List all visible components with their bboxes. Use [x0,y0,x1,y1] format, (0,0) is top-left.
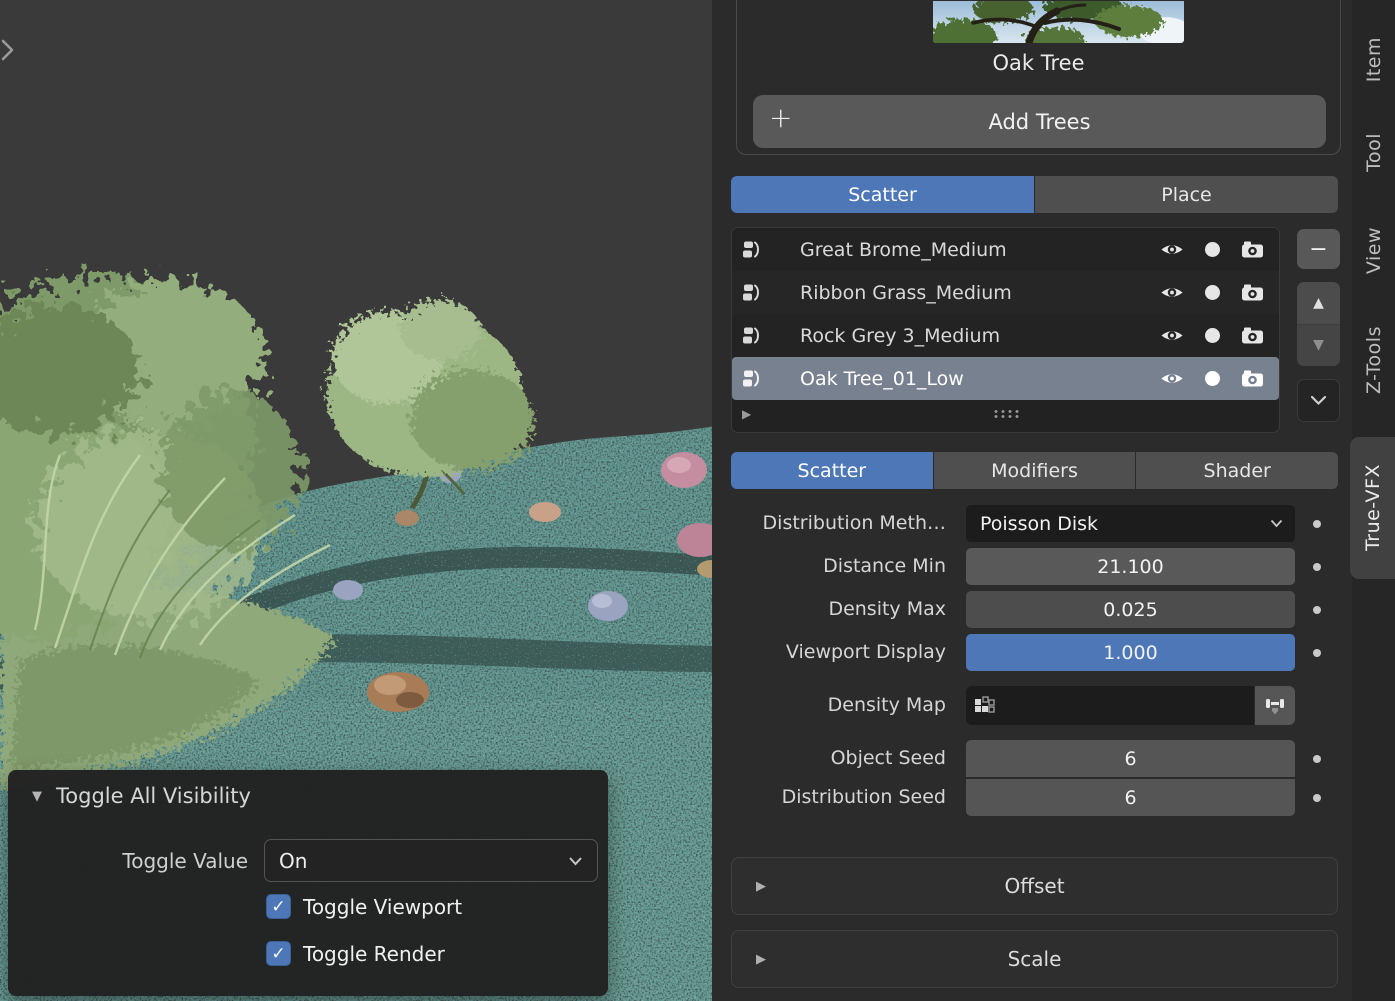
list-footer: ▶ [732,400,1279,427]
chevron-down-icon [1310,395,1327,406]
density-map-field[interactable] [966,686,1295,725]
distribution-method-label: Distribution Meth… [712,505,946,542]
add-trees-button[interactable]: + Add Trees [753,95,1326,148]
mode-tab-bar: Scatter Place [731,176,1338,213]
selectable-circle-icon[interactable] [1199,370,1225,387]
sub-tab-bar: Scatter Modifiers Shader [731,452,1338,489]
sidebar-open-chevron-icon[interactable] [0,38,20,64]
distribution-seed-label: Distribution Seed [712,779,946,816]
viewport-visibility-eye-icon[interactable] [1159,370,1185,387]
list-item[interactable]: Ribbon Grass_Medium [732,271,1279,314]
density-map-label: Density Map [712,686,946,725]
viewport-visibility-eye-icon[interactable] [1159,284,1185,301]
animate-decorator-dot[interactable] [1313,649,1321,657]
offset-section-header[interactable]: ▶ Offset [731,857,1338,915]
object-data-icon [742,326,766,346]
chevron-down-icon [1270,519,1283,528]
tab-scatter-mode[interactable]: Scatter [731,176,1034,213]
tab-modifiers[interactable]: Modifiers [934,452,1136,489]
scale-section-header[interactable]: ▶ Scale [731,930,1338,988]
animate-decorator-dot[interactable] [1313,520,1321,528]
density-max-label: Density Max [712,591,946,628]
render-visibility-camera-icon[interactable] [1239,326,1265,345]
density-max-slider[interactable]: 0.025 [966,591,1295,628]
viewport-visibility-eye-icon[interactable] [1159,241,1185,258]
render-visibility-camera-icon[interactable] [1239,283,1265,302]
tab-item[interactable]: Item [1352,16,1395,104]
oak-tree-photo[interactable] [933,1,1184,43]
chevron-down-icon [568,856,583,866]
scatter-system-list: Great Brome_Medium Ribbon Grass_Medium [731,227,1280,433]
new-texture-icon [1265,696,1285,716]
toggle-value-select[interactable]: On [264,839,598,882]
toggle-value-label: Toggle Value [8,840,248,882]
blender-screen: ▼ Toggle All Visibility Toggle Value On … [0,0,1395,1001]
distribution-method-dropdown[interactable]: Poisson Disk [966,505,1295,542]
toggle-all-visibility-panel: ▼ Toggle All Visibility Toggle Value On … [8,770,608,996]
new-texture-button[interactable] [1254,686,1295,725]
object-data-icon [742,240,766,260]
list-item-selected[interactable]: Oak Tree_01_Low [732,357,1279,400]
toggle-render-label: Toggle Render [303,942,445,966]
list-item[interactable]: Rock Grey 3_Medium [732,314,1279,357]
filter-expand-triangle-icon[interactable]: ▶ [742,407,751,421]
list-reorder-buttons: ▲ ▼ [1297,282,1340,366]
texture-checker-icon [974,695,1254,716]
expand-triangle-icon: ▶ [756,879,766,894]
toggle-viewport-checkbox[interactable]: ✓ Toggle Viewport [266,894,462,919]
n-panel-tab-strip: Item Tool View Z-Tools True-VFX [1352,0,1395,1001]
toggle-render-checkbox[interactable]: ✓ Toggle Render [266,941,445,966]
truevfx-panel: Oak Tree + Add Trees Scatter Place Great… [712,0,1352,1001]
toggle-viewport-label: Toggle Viewport [303,895,462,919]
list-item-name: Oak Tree_01_Low [800,368,1145,390]
object-seed-field[interactable]: 6 [966,740,1295,777]
viewport-display-label: Viewport Display [712,634,946,671]
list-item[interactable]: Great Brome_Medium [732,228,1279,271]
distribution-seed-field[interactable]: 6 [966,779,1295,816]
render-visibility-camera-icon[interactable] [1239,369,1265,388]
render-visibility-camera-icon[interactable] [1239,240,1265,259]
checkbox-checked-icon: ✓ [266,941,291,966]
move-down-button[interactable]: ▼ [1297,325,1340,367]
distance-min-label: Distance Min [712,548,946,585]
list-item-name: Ribbon Grass_Medium [800,282,1145,304]
expand-triangle-icon: ▶ [756,952,766,967]
viewport-3d[interactable]: ▼ Toggle All Visibility Toggle Value On … [0,0,716,1001]
list-item-name: Rock Grey 3_Medium [800,325,1145,347]
selectable-circle-icon[interactable] [1199,284,1225,301]
tab-z-tools[interactable]: Z-Tools [1352,308,1395,412]
viewport-display-slider[interactable]: 1.000 [966,634,1295,671]
list-extras-menu-button[interactable] [1297,379,1340,422]
overlay-panel-title: Toggle All Visibility [56,784,251,808]
tab-place-mode[interactable]: Place [1035,176,1338,213]
tab-true-vfx[interactable]: True-VFX [1350,437,1395,579]
selectable-circle-icon[interactable] [1199,327,1225,344]
checkbox-checked-icon: ✓ [266,894,291,919]
animate-decorator-dot[interactable] [1313,794,1321,802]
object-seed-label: Object Seed [712,740,946,777]
selectable-circle-icon[interactable] [1199,241,1225,258]
object-data-icon [742,283,766,303]
animate-decorator-dot[interactable] [1313,755,1321,763]
tab-shader[interactable]: Shader [1136,452,1338,489]
remove-item-button[interactable]: − [1297,229,1340,269]
animate-decorator-dot[interactable] [1313,606,1321,614]
tab-scatter-settings[interactable]: Scatter [731,452,933,489]
tab-view[interactable]: View [1352,205,1395,297]
animate-decorator-dot[interactable] [1313,563,1321,571]
collapse-triangle-icon[interactable]: ▼ [32,789,42,804]
move-up-button[interactable]: ▲ [1297,282,1340,325]
plus-icon: + [769,101,792,134]
object-data-icon [742,369,766,389]
toggle-value-current: On [279,849,568,873]
list-item-name: Great Brome_Medium [800,239,1145,261]
asset-preview-box: Oak Tree + Add Trees [736,0,1341,155]
viewport-visibility-eye-icon[interactable] [1159,327,1185,344]
tab-tool[interactable]: Tool [1352,112,1395,192]
distance-min-slider[interactable]: 21.100 [966,548,1295,585]
list-resize-grip[interactable] [992,409,1019,419]
asset-name: Oak Tree [737,51,1340,75]
